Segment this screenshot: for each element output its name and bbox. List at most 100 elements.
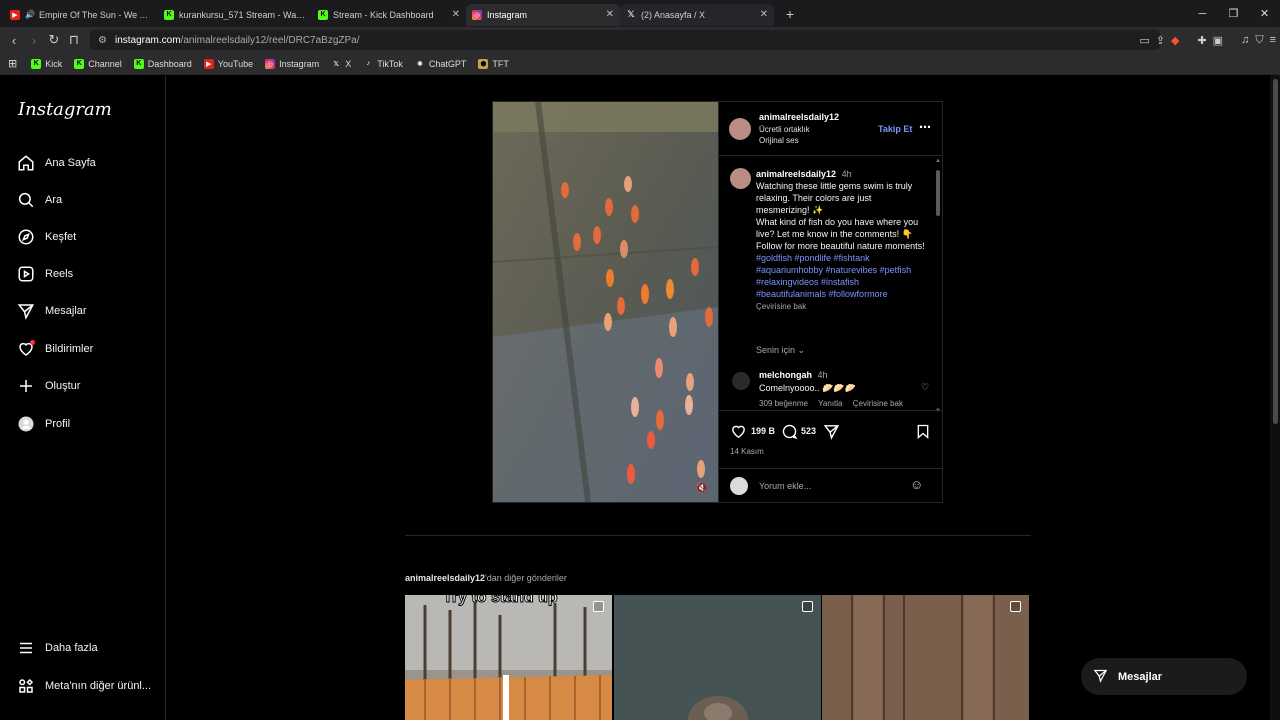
bookmark-tft[interactable]: ⬢ TFT (478, 58, 509, 69)
sidebar-toggle-icon[interactable]: ▣ (1213, 34, 1223, 47)
comment-reply-button[interactable]: Yanıtla (818, 399, 842, 408)
share-icon[interactable] (823, 423, 840, 443)
more-post-thumbnail[interactable] (614, 595, 821, 720)
tab-kick-dashboard[interactable]: K Stream - Kick Dashboard ✕ (312, 4, 466, 26)
maximize-icon[interactable]: ❐ (1218, 7, 1249, 20)
tab-x[interactable]: 𝕏 (2) Anasayfa / X ✕ (620, 3, 774, 26)
more-post-thumbnail[interactable]: Try to stand up (405, 595, 612, 720)
comment-icon[interactable] (781, 423, 798, 443)
sidebar-item-home[interactable]: Ana Sayfa (16, 153, 96, 173)
bookmark-kick[interactable]: K Kick (31, 58, 62, 69)
bookmark-label: TFT (492, 58, 509, 69)
apps-grid-icon[interactable]: ⊞ (8, 57, 17, 70)
page-scrollbar[interactable] (1270, 75, 1280, 720)
caption-username[interactable]: animalreelsdaily12 (756, 169, 836, 179)
brave-shield-icon[interactable]: ◆ (1171, 34, 1179, 47)
caption-avatar[interactable] (730, 168, 751, 189)
follow-button[interactable]: Takip Et (878, 124, 912, 134)
section-divider (405, 535, 1031, 536)
menu-icon[interactable]: ≡ (1270, 34, 1276, 46)
sidebar-item-messages[interactable]: Mesajlar (16, 301, 87, 321)
sidebar-item-label: Profil (45, 418, 71, 430)
cast-icon[interactable]: ▭ (1139, 34, 1149, 47)
sidebar-item-more[interactable]: Daha fazla (16, 638, 98, 658)
original-audio-label[interactable]: Orijinal ses (759, 136, 839, 145)
comment-likes[interactable]: 309 beğenme (759, 399, 808, 408)
tab-youtube[interactable]: ▶ 🔊 Empire Of The Sun - We Are The (4, 4, 158, 26)
sidebar-item-label: Reels (45, 268, 74, 280)
comment-count[interactable]: 523 (801, 426, 816, 436)
save-bookmark-icon[interactable] (915, 423, 931, 443)
extensions-icon[interactable]: ✚ (1197, 34, 1206, 47)
emoji-icon[interactable]: ☺ (910, 477, 923, 492)
commenter-avatar[interactable] (732, 372, 750, 390)
comment-translate-link[interactable]: Çevirisine bak (853, 399, 903, 408)
paid-partnership-label[interactable]: Ücretli ortaklık (759, 125, 839, 134)
more-posts-username[interactable]: animalreelsdaily12 (405, 573, 485, 583)
more-posts-suffix: 'dan diğer gönderiler (485, 573, 567, 583)
instagram-logo[interactable]: Instagram (18, 99, 112, 120)
comment-time: 4h (817, 370, 828, 380)
sidebar-item-create[interactable]: Oluştur (16, 376, 80, 396)
music-icon[interactable]: ♫ (1241, 34, 1249, 46)
messenger-icon (16, 301, 36, 321)
bookmark-icon[interactable]: ⊓ (64, 32, 84, 48)
author-username[interactable]: animalreelsdaily12 (759, 112, 839, 122)
instagram-icon: ◎ (265, 58, 276, 69)
more-options-icon[interactable]: ⋯ (919, 120, 931, 134)
caption-scrollbar[interactable]: ▲ ▼ (935, 158, 941, 414)
reel-video[interactable]: 🔇 (493, 102, 718, 502)
sidebar-item-notifications[interactable]: Bildirimler (16, 339, 93, 359)
close-tab-icon[interactable]: ✕ (452, 9, 460, 20)
bookmark-label: X (345, 58, 352, 69)
goldfish-video-frame (493, 102, 718, 502)
reel-icon (1010, 601, 1021, 612)
sidebar-item-reels[interactable]: Reels (16, 264, 73, 284)
comment-input[interactable]: Yorum ekle... (759, 481, 811, 491)
tab-kick-stream[interactable]: K kurankursu_571 Stream - Watch Live (158, 4, 312, 26)
like-icon[interactable] (730, 423, 747, 443)
caption-hashtags[interactable]: #goldfish #pondlife #fishtank #aquariumh… (756, 252, 926, 300)
share-icon[interactable]: ⇪ (1156, 34, 1165, 47)
vpn-icon[interactable]: ⛉ (1255, 34, 1263, 47)
bookmark-instagram[interactable]: ◎ Instagram (265, 58, 320, 69)
comment-like-icon[interactable]: ♡ (921, 382, 929, 393)
close-tab-icon[interactable]: ✕ (760, 9, 768, 20)
author-avatar[interactable] (729, 118, 751, 140)
bookmark-x[interactable]: 𝕏X (331, 59, 351, 69)
close-tab-icon[interactable]: ✕ (606, 9, 614, 20)
bookmark-youtube[interactable]: ▶ YouTube (203, 58, 253, 69)
see-translation-link[interactable]: Çevirisine bak (756, 301, 926, 313)
minimize-icon[interactable]: ─ (1187, 8, 1218, 20)
sidebar-item-explore[interactable]: Keşfet (16, 227, 76, 247)
more-post-thumbnail[interactable] (822, 595, 1029, 720)
reload-icon[interactable]: ↻ (44, 32, 64, 48)
bookmark-chatgpt[interactable]: ✺ ChatGPT (415, 59, 466, 69)
new-tab-button[interactable]: + (780, 6, 800, 22)
sidebar-item-profile[interactable]: Profil (16, 414, 70, 434)
sidebar-item-meta[interactable]: Meta'nın diğer ürünl... (16, 676, 151, 696)
bookmark-tiktok[interactable]: ♪ TikTok (363, 59, 402, 69)
url-field[interactable]: ⚙ instagram.com/animalreelsdaily12/reel/… (90, 30, 1160, 50)
heart-icon (16, 339, 36, 359)
sidebar-item-search[interactable]: Ara (16, 190, 62, 210)
site-info-icon[interactable]: ⚙ (98, 35, 107, 46)
comment-text: Comelnyoooo.. 🥟🥟🥟 (759, 383, 856, 393)
scroll-up-icon[interactable]: ▲ (935, 158, 941, 164)
comment-meta: 309 beğenme Yanıtla Çevirisine bak (759, 399, 929, 408)
mute-icon[interactable]: 🔇 (696, 483, 708, 494)
bookmark-channel[interactable]: K Channel (74, 58, 122, 69)
bookmark-label: Instagram (279, 58, 320, 69)
commenter-username[interactable]: melchongah (759, 370, 812, 380)
close-window-icon[interactable]: ✕ (1249, 7, 1280, 20)
caption-scrollbar-thumb[interactable] (936, 170, 940, 216)
bookmark-dashboard[interactable]: K Dashboard (133, 58, 192, 69)
like-count[interactable]: 199 B (751, 426, 775, 436)
kick-icon: K (164, 9, 174, 20)
for-you-dropdown[interactable]: Senin için ⌄ (756, 345, 805, 356)
page-scrollbar-thumb[interactable] (1273, 79, 1278, 424)
back-icon[interactable]: ‹ (4, 33, 24, 48)
forward-icon[interactable]: › (24, 33, 44, 48)
tab-instagram[interactable]: ◎ Instagram ✕ (466, 3, 620, 26)
messages-floating-button[interactable]: Mesajlar (1081, 658, 1247, 695)
